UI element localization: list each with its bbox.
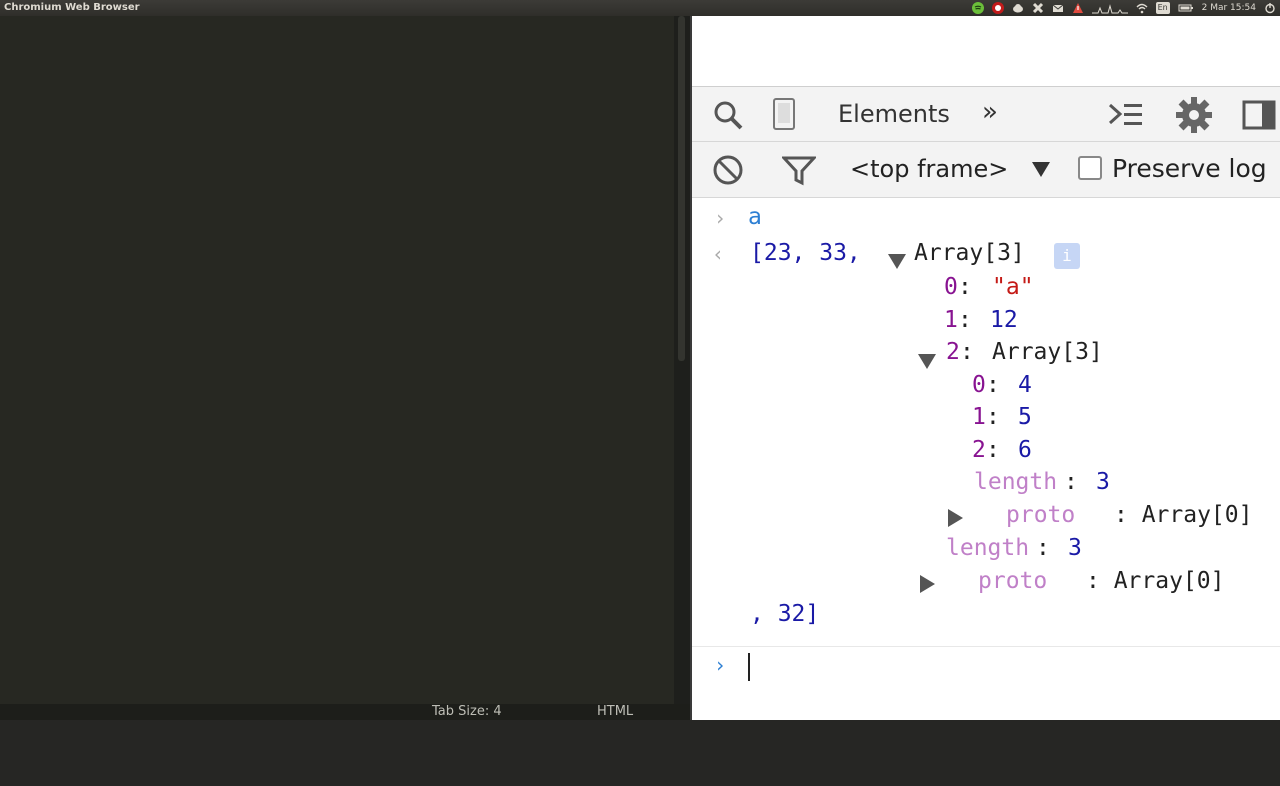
app-title: Chromium Web Browser <box>4 2 140 13</box>
sub-length-key: length <box>974 469 1058 495</box>
more-tabs-button[interactable]: » <box>982 97 998 127</box>
console-command: a <box>748 204 762 230</box>
expand-triangle-icon[interactable] <box>918 348 936 374</box>
frame-select[interactable]: <top frame> <box>850 155 1008 183</box>
tab-size-label[interactable]: Tab Size: 4 <box>432 704 502 719</box>
expand-triangle-icon[interactable] <box>948 504 963 530</box>
sub-length-value: 3 <box>1096 469 1110 495</box>
clear-console-icon[interactable] <box>712 154 744 190</box>
array-label[interactable]: Array[3] <box>914 240 1025 266</box>
item-colon: : <box>986 372 1014 398</box>
chevron-right-icon: › <box>714 206 727 230</box>
item-value-0: "a" <box>992 274 1034 300</box>
record-icon[interactable] <box>991 2 1004 14</box>
devtools-main-toolbar: Elements » <box>692 86 1280 142</box>
syntax-label[interactable]: HTML <box>597 704 633 719</box>
editor-status-bar: Tab Size: 4 HTML <box>0 704 690 720</box>
editor-scrollbar[interactable] <box>674 16 690 704</box>
filter-icon[interactable] <box>780 154 818 190</box>
sub-key-2: 2 <box>972 437 986 463</box>
result-open: [23, 33, <box>750 240 875 266</box>
warning-icon[interactable] <box>1072 2 1084 14</box>
console-toolbar: <top frame> Preserve log <box>692 142 1280 198</box>
sub-key-1: 1 <box>972 404 986 430</box>
proto-value: : Array[0] <box>1086 568 1225 594</box>
sub-proto-value: : Array[0] <box>1114 502 1253 528</box>
item-key-0: 0 <box>944 274 958 300</box>
result-close: , 32] <box>750 601 820 627</box>
power-icon[interactable] <box>1264 2 1276 14</box>
sub-value-2: 6 <box>1018 437 1032 463</box>
puzzle-icon[interactable] <box>1032 2 1044 14</box>
network-graph-icon <box>1091 2 1128 14</box>
info-icon[interactable]: i <box>1054 242 1080 269</box>
code-editor[interactable] <box>0 16 690 704</box>
expand-triangle-icon[interactable] <box>888 248 906 274</box>
item-colon: : <box>986 404 1014 430</box>
item-colon: : <box>958 274 986 300</box>
length-value: 3 <box>1068 535 1082 561</box>
nested-array-label[interactable]: Array[3] <box>992 339 1103 365</box>
cloud-icon[interactable] <box>1012 2 1024 14</box>
sub-proto-key: proto <box>1006 502 1076 528</box>
os-top-bar: Chromium Web Browser En 2 Mar 15:54 <box>0 0 1280 16</box>
sub-value-1: 5 <box>1018 404 1032 430</box>
console-drawer-icon[interactable] <box>1108 99 1144 133</box>
expand-triangle-icon[interactable] <box>920 570 935 596</box>
sub-value-0: 4 <box>1018 372 1032 398</box>
clock[interactable]: 2 Mar 15:54 <box>1202 3 1256 13</box>
item-key-2: 2 <box>946 339 960 365</box>
device-mode-icon[interactable] <box>772 97 796 135</box>
length-key: length <box>946 535 1030 561</box>
keyboard-layout-icon[interactable]: En <box>1155 2 1170 14</box>
dock-side-icon[interactable] <box>1242 99 1276 135</box>
item-value-1: 12 <box>990 307 1018 333</box>
prompt-icon: › <box>714 653 727 677</box>
battery-icon[interactable] <box>1178 2 1194 14</box>
preserve-log-label[interactable]: Preserve log <box>1112 154 1267 183</box>
item-key-1: 1 <box>944 307 958 333</box>
mail-icon[interactable] <box>1052 2 1064 14</box>
tab-elements[interactable]: Elements <box>838 100 950 128</box>
text-caret <box>748 653 750 681</box>
item-colon: : <box>1064 469 1092 495</box>
proto-key: proto <box>978 568 1048 594</box>
spotify-icon[interactable] <box>971 2 984 14</box>
console-output[interactable]: › a ‹ [23, 33, Array[3] i 0 : "a" 1 : 12… <box>692 198 1280 720</box>
devtools-panel: Elements » <top frame> Preserve log › a … <box>690 16 1280 720</box>
gear-icon[interactable] <box>1174 95 1214 139</box>
system-tray: En 2 Mar 15:54 <box>971 1 1276 15</box>
chevron-down-icon[interactable] <box>1032 162 1050 177</box>
item-colon: : <box>1036 535 1064 561</box>
search-icon[interactable] <box>712 99 744 135</box>
preserve-log-checkbox[interactable] <box>1078 156 1102 180</box>
console-input[interactable]: › <box>692 646 1280 686</box>
sub-key-0: 0 <box>972 372 986 398</box>
item-colon: : <box>958 307 986 333</box>
wifi-icon[interactable] <box>1136 2 1148 14</box>
result-arrow-icon: ‹ <box>712 242 725 266</box>
item-colon: : <box>960 339 988 365</box>
item-colon: : <box>986 437 1014 463</box>
scrollbar-thumb[interactable] <box>678 16 685 361</box>
